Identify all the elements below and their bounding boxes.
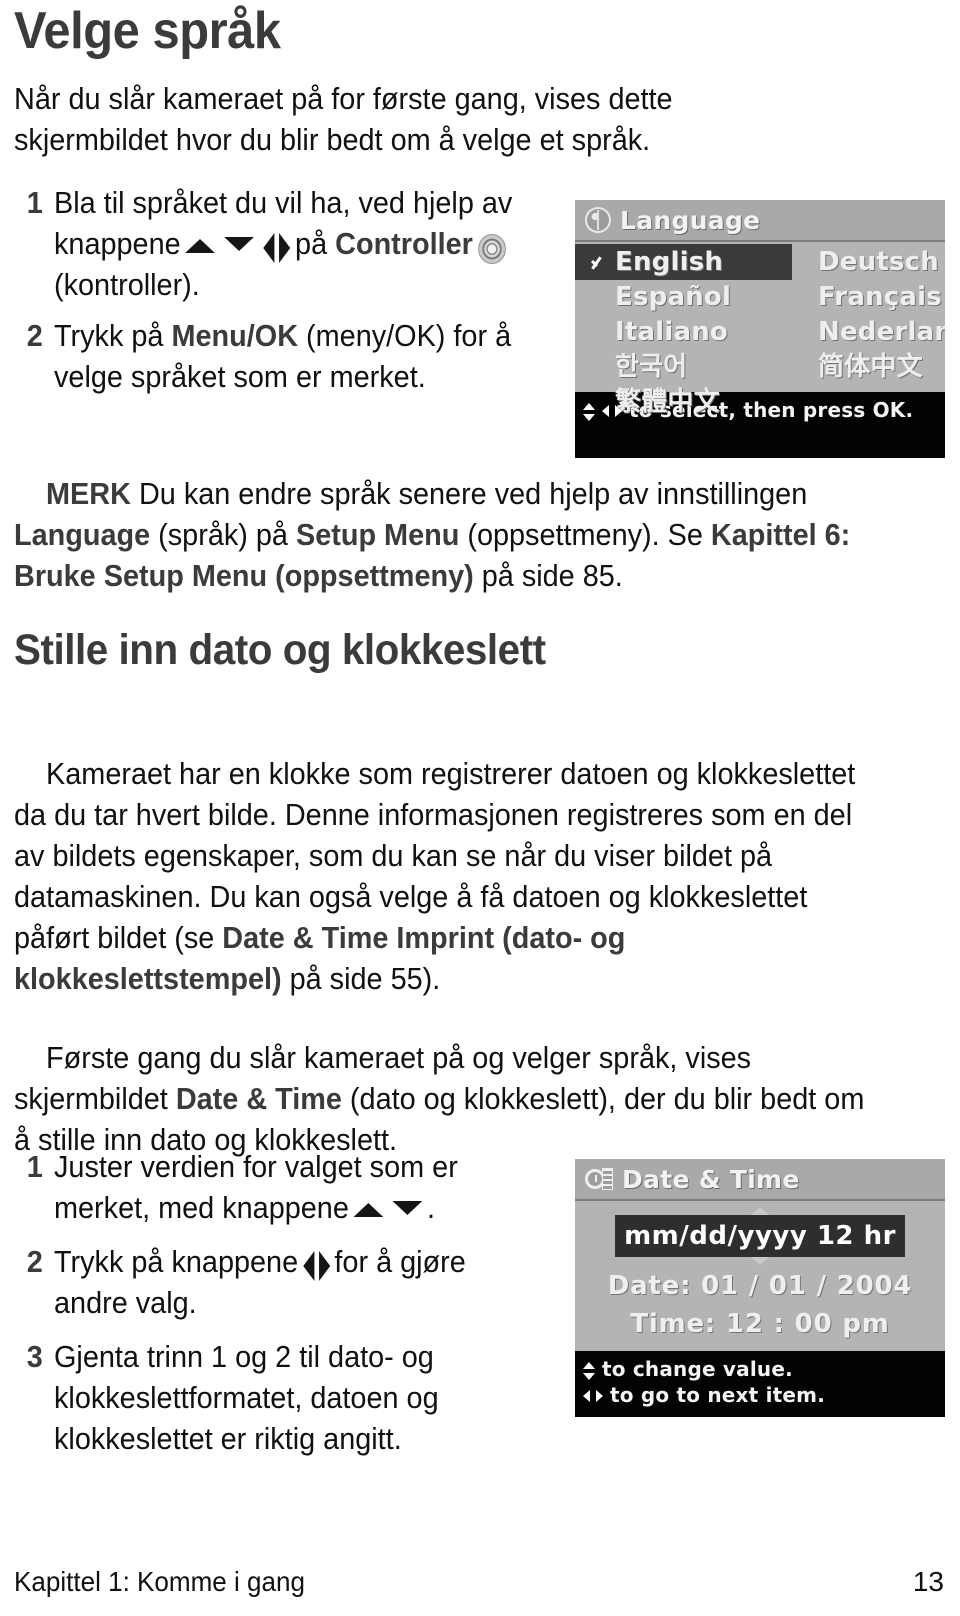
datetime-format-row: mm/dd/yyyy 12 hr <box>575 1215 945 1257</box>
caret-up-icon <box>750 1207 770 1215</box>
down-arrow-icon <box>224 237 255 252</box>
language-option-label: Deutsch <box>818 247 939 277</box>
language-option-deutsch[interactable]: Deutsch <box>818 245 945 280</box>
datetime-para1-b: på side 55). <box>281 961 441 996</box>
note-line2-b: på side 85. <box>473 558 623 593</box>
language-option-label: Français <box>818 282 942 312</box>
datetime-screen-body: mm/dd/yyyy 12 hr Date: 01 / 01 / 2004 Ti… <box>575 1201 945 1351</box>
manual-page: Velge språk Når du slår kameraet på for … <box>0 0 960 1616</box>
step-text-mid: på <box>295 226 328 261</box>
note-label: MERK <box>46 476 131 511</box>
date-row: Date: 01 / 01 / 2004 <box>575 1267 945 1305</box>
language-option-francais[interactable]: Français <box>818 280 945 315</box>
language-right-column: Deutsch Français Nederlands 简体中文 <box>818 245 945 385</box>
page-title: Velge språk <box>14 2 281 60</box>
language-screen-titlebar: Language <box>575 200 945 242</box>
note-line2-a: (oppsettmeny). Se <box>459 517 711 552</box>
date-label: Date: <box>607 1271 692 1301</box>
language-step-1: 1 Bla til språket du vil ha, ved hjelp a… <box>27 182 547 305</box>
time-row: Time: 12 : 00 pm <box>575 1305 945 1343</box>
language-option-italiano[interactable]: Italiano <box>589 315 731 350</box>
footer-page-number: 13 <box>912 1566 944 1597</box>
footer-chapter: Kapittel 1: Komme i gang <box>14 1566 305 1597</box>
step-number: 2 <box>26 1244 43 1279</box>
datetime-step-3: 3 Gjenta trinn 1 og 2 til dato- og klokk… <box>27 1336 491 1459</box>
language-option-label: 繁體中文 <box>615 387 720 417</box>
datetime-screen-hint-2: to go to next item. <box>610 1383 825 1407</box>
globe-icon <box>585 207 611 233</box>
step-text-before: Trykk på knappene <box>54 1244 299 1279</box>
datetime-screen-footer: to change value. to go to next item. <box>575 1351 945 1417</box>
datetime-paragraph-1: Kameraet har en klokke som registrerer d… <box>14 712 874 1040</box>
right-arrow-icon <box>318 1250 330 1281</box>
intro-paragraph: Når du slår kameraet på for første gang,… <box>14 81 681 157</box>
language-option-label: Nederlands <box>818 317 945 347</box>
language-option-espanol[interactable]: Español <box>589 280 731 315</box>
step-text-after: (kontroller). <box>54 267 200 302</box>
right-arrow-icon <box>279 232 291 263</box>
datetime-hint-row-2: to go to next item. <box>583 1382 945 1408</box>
datetime-step-1: 1 Juster verdien for valget som er merke… <box>27 1146 538 1228</box>
date-time-bold: Date & Time <box>175 1081 342 1116</box>
left-arrow-icon <box>302 1250 314 1281</box>
step-text: Trykk på knappene for å gjøre andre valg. <box>54 1241 538 1323</box>
language-option-nederlands[interactable]: Nederlands <box>818 315 945 350</box>
caret-down-icon <box>750 1257 770 1265</box>
time-label: Time: <box>630 1309 717 1339</box>
language-option-label: English <box>615 247 724 277</box>
note-line1-b: (språk) på <box>150 517 296 552</box>
language-step-2: 2 Trykk på Menu/OK (meny/OK) for å velge… <box>27 315 547 397</box>
language-option-label: Italiano <box>615 317 728 347</box>
up-arrow-icon <box>353 1203 384 1218</box>
language-option-simplified-chinese[interactable]: 简体中文 <box>818 350 945 385</box>
step-text: Trykk på Menu/OK (meny/OK) for å velge s… <box>54 315 547 397</box>
datetime-screen-title: Date & Time <box>622 1164 800 1194</box>
step-text-before: Trykk på <box>54 318 164 353</box>
leftright-arrow-icon <box>583 1390 603 1403</box>
datetime-heading: Stille inn dato og klokkeslett <box>14 626 546 674</box>
step-text: Gjenta trinn 1 og 2 til dato- og klokkes… <box>54 1339 439 1456</box>
time-value[interactable]: 12 : 00 pm <box>726 1309 890 1339</box>
left-arrow-icon <box>263 232 275 263</box>
date-value[interactable]: 01 / 01 / 2004 <box>701 1271 912 1301</box>
menu-ok-label: Menu/OK <box>171 318 299 353</box>
step-text-after: . <box>427 1190 436 1225</box>
language-option-label: Español <box>615 282 732 312</box>
datetime-screen-hint-1: to change value. <box>602 1357 793 1381</box>
language-left-column: English Español Italiano 한국어 繁體中文 <box>589 245 731 420</box>
controller-dial-icon <box>478 234 507 265</box>
controller-label: Controller <box>335 226 473 261</box>
updown-arrow-icon <box>583 1361 595 1380</box>
language-option-label: 한국어 <box>615 352 688 382</box>
datetime-step-2: 2 Trykk på knappene for å gjøre andre val… <box>27 1241 538 1323</box>
note-setupmenu-bold: Setup Menu <box>295 517 460 552</box>
note-language-bold: Language <box>14 517 151 552</box>
language-screen-title: Language <box>620 205 761 235</box>
datetime-screen-image: Date & Time mm/dd/yyyy 12 hr Date: 01 / … <box>575 1159 945 1417</box>
step-number: 3 <box>26 1339 43 1374</box>
language-option-english[interactable]: English <box>589 245 731 280</box>
datetime-hint-row-1: to change value. <box>583 1356 945 1382</box>
note-line1-a: Du kan endre språk senere ved hjelp av i… <box>138 476 816 511</box>
up-arrow-icon <box>185 239 216 254</box>
language-option-label: 简体中文 <box>818 352 923 382</box>
language-option-korean[interactable]: 한국어 <box>589 350 731 385</box>
language-screen-image: Language English Español Italiano 한국어 繁體… <box>575 200 945 458</box>
clock-page-icon <box>585 1167 613 1191</box>
updown-arrow-icon <box>583 402 595 421</box>
checkmark-icon <box>589 253 609 273</box>
step-number: 2 <box>26 318 43 353</box>
datetime-format-value[interactable]: mm/dd/yyyy 12 hr <box>615 1215 905 1257</box>
leftright-arrow-icon <box>602 405 622 418</box>
step-number: 1 <box>26 1149 43 1184</box>
down-arrow-icon <box>392 1201 423 1216</box>
step-text: Juster verdien for valget som er merket,… <box>54 1146 538 1228</box>
step-text: Bla til språket du vil ha, ved hjelp av … <box>54 182 547 305</box>
step-number: 1 <box>26 185 43 220</box>
datetime-screen-titlebar: Date & Time <box>575 1159 945 1201</box>
language-screen-body: English Español Italiano 한국어 繁體中文 Deutsc… <box>575 242 945 417</box>
note-paragraph: MERK Du kan endre språk senere ved hjelp… <box>14 432 860 637</box>
calendar-page <box>602 1167 613 1190</box>
